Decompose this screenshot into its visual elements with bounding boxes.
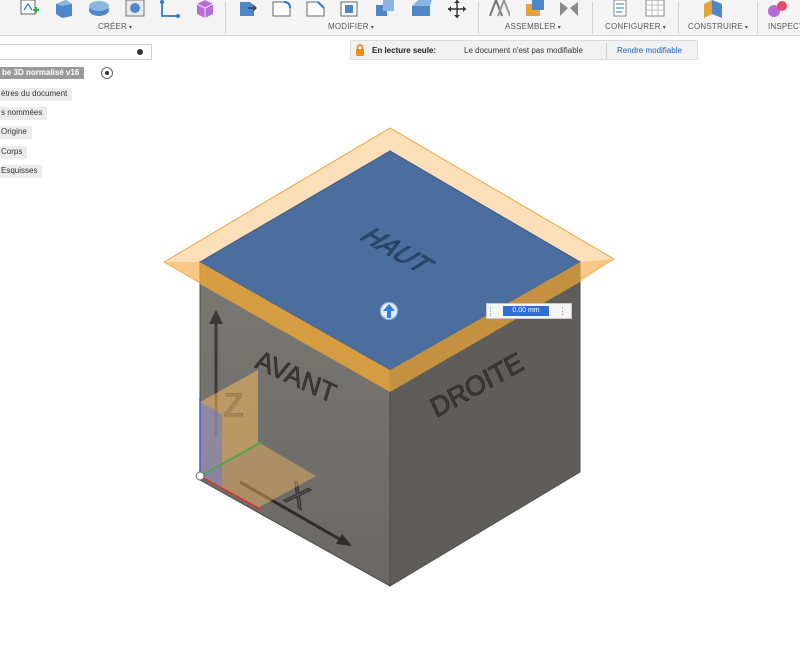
joint-icon[interactable] <box>524 0 546 18</box>
revolve-icon[interactable] <box>88 0 110 18</box>
inspect-icon[interactable] <box>766 0 788 18</box>
extrude-icon[interactable] <box>52 0 74 18</box>
plane-overhang-left <box>164 262 200 284</box>
loft-icon[interactable] <box>158 0 180 18</box>
sweep-icon[interactable] <box>124 0 146 18</box>
drag-grip-icon[interactable] <box>490 307 492 316</box>
lock-icon <box>356 44 364 56</box>
group-label-modify[interactable]: MODIFIER ▾ <box>328 22 374 31</box>
group-label-construct[interactable]: CONSTRUIRE ▾ <box>688 22 748 31</box>
browser-header[interactable] <box>0 44 152 60</box>
fillet-icon[interactable] <box>270 0 292 18</box>
group-label-inspect[interactable]: INSPECT <box>768 22 800 31</box>
make-editable-link[interactable]: Rendre modifiable <box>617 46 682 55</box>
shell-icon[interactable] <box>338 0 360 18</box>
browser-pin-icon[interactable] <box>137 49 143 55</box>
configuration-table-icon[interactable] <box>644 0 666 18</box>
press-pull-icon[interactable] <box>236 0 258 18</box>
toolbar-separator <box>678 2 679 34</box>
new-sketch-icon[interactable] <box>18 0 40 18</box>
group-label-create[interactable]: CRÉER ▾ <box>98 22 132 31</box>
toolbar-separator <box>592 2 593 34</box>
new-component-icon[interactable] <box>488 0 510 18</box>
fusion-window: CRÉER ▾ MODIFIER ▾ ASSEMBLER ▾ CONFIGURE… <box>0 0 800 664</box>
group-label-configure[interactable]: CONFIGURER ▾ <box>605 22 666 31</box>
parameters-icon[interactable] <box>612 0 634 18</box>
banner-divider <box>606 43 607 59</box>
more-options-icon[interactable]: ⋮ <box>558 305 567 317</box>
toolbar-separator <box>225 2 226 34</box>
offset-plane-icon[interactable] <box>702 0 724 18</box>
combine-icon[interactable] <box>374 0 396 18</box>
form-icon[interactable] <box>194 0 216 18</box>
group-label-assemble[interactable]: ASSEMBLER ▾ <box>505 22 561 31</box>
offset-arrow-icon[interactable] <box>380 301 398 321</box>
canvas-viewport[interactable]: HAUT AVANT DROITE Z X 0. <box>0 62 800 664</box>
distance-input-box[interactable]: 0.00 mm ⋮ <box>486 303 572 319</box>
ribbon-toolbar: CRÉER ▾ MODIFIER ▾ ASSEMBLER ▾ CONFIGURE… <box>0 0 800 36</box>
read-only-banner: En lecture seule: Le document n'est pas … <box>350 40 698 60</box>
origin-point[interactable] <box>195 471 205 481</box>
as-built-joint-icon[interactable] <box>558 0 580 18</box>
move-icon[interactable] <box>446 0 468 18</box>
offset-face-icon[interactable] <box>410 0 432 18</box>
chamfer-icon[interactable] <box>304 0 326 18</box>
scene-3d[interactable]: HAUT AVANT DROITE Z X <box>0 62 800 664</box>
toolbar-separator <box>757 2 758 34</box>
read-only-message: Le document n'est pas modifiable <box>464 46 583 55</box>
read-only-label: En lecture seule: <box>372 46 437 55</box>
toolbar-separator <box>478 2 479 34</box>
distance-field[interactable]: 0.00 mm <box>503 306 549 316</box>
